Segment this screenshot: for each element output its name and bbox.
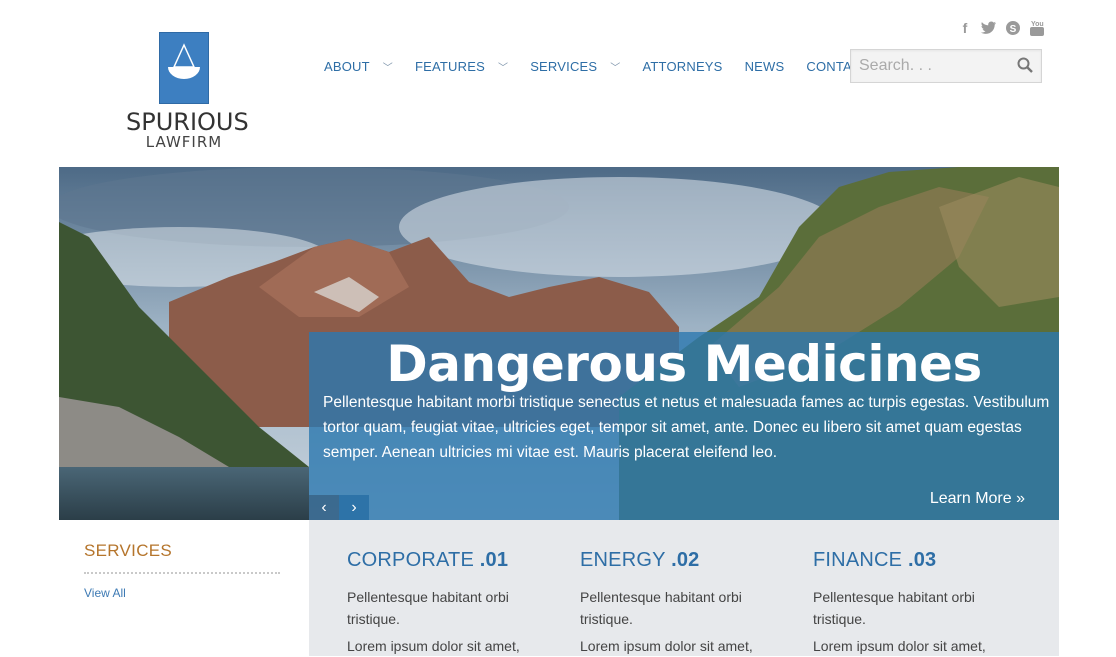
hero-slider: Dangerous Medicines Pellentesque habitan… (59, 167, 1059, 520)
svg-text:S: S (1010, 24, 1017, 35)
nav-about-label: ABOUT (324, 59, 370, 74)
nav-about[interactable]: ABOUT ﹀ (324, 59, 393, 74)
service-number: .02 (671, 549, 700, 571)
chevron-left-icon[interactable]: ‹ (309, 495, 339, 520)
slide-title: Dangerous Medicines (386, 335, 982, 393)
nav-services-label: SERVICES (530, 59, 598, 74)
service-heading[interactable]: FINANCE .03 (813, 549, 1013, 572)
nav-features-label: FEATURES (415, 59, 485, 74)
service-text: Pellentesque habitant orbi tristique. (347, 589, 509, 627)
service-heading[interactable]: ENERGY .02 (580, 549, 780, 572)
service-item: FINANCE .03 Pellentesque habitant orbi t… (813, 549, 1013, 657)
search-icon[interactable] (1017, 57, 1033, 78)
chevron-down-icon: ﹀ (610, 63, 621, 74)
service-text-2: Lorem ipsum dolor sit amet, (580, 638, 753, 654)
slide-caption: Dangerous Medicines Pellentesque habitan… (309, 332, 1059, 520)
service-text-2: Lorem ipsum dolor sit amet, (813, 638, 986, 654)
service-heading[interactable]: CORPORATE .01 (347, 549, 547, 572)
nav-news[interactable]: NEWS (745, 59, 785, 74)
logo[interactable]: SPURIOUS LAWFIRM (126, 32, 249, 151)
sidebar-title: SERVICES (84, 541, 280, 574)
twitter-icon[interactable] (980, 19, 998, 37)
chevron-down-icon: ﹀ (382, 63, 393, 74)
learn-more-link[interactable]: Learn More » (930, 490, 1025, 508)
search-input[interactable] (851, 50, 1009, 82)
skype-icon[interactable]: S (1004, 19, 1022, 37)
scales-icon (159, 32, 209, 104)
nav-features[interactable]: FEATURES ﹀ (415, 59, 508, 74)
services-sidebar: SERVICES View All (84, 541, 280, 600)
service-name: FINANCE (813, 549, 903, 571)
chevron-right-icon[interactable]: › (339, 495, 369, 520)
chevron-down-icon: ﹀ (497, 63, 509, 74)
slider-arrows: ‹ › (309, 495, 369, 520)
service-number: .01 (479, 549, 509, 571)
service-name: ENERGY (580, 549, 666, 571)
service-item: CORPORATE .01 Pellentesque habitant orbi… (347, 549, 547, 657)
service-text: Pellentesque habitant orbi tristique. (580, 589, 742, 627)
slide-text: Pellentesque habitant morbi tristique se… (323, 394, 1050, 461)
social-links: f S You (956, 19, 1046, 37)
view-all-link[interactable]: View All (84, 586, 280, 600)
nav-news-label: NEWS (744, 59, 785, 74)
service-text-2: Lorem ipsum dolor sit amet, (347, 638, 520, 654)
youtube-icon[interactable]: You (1028, 19, 1046, 37)
search-box (850, 49, 1042, 83)
facebook-icon[interactable]: f (956, 19, 974, 37)
service-number: .03 (907, 549, 937, 571)
logo-name: SPURIOUS (126, 108, 249, 136)
nav-services[interactable]: SERVICES ﹀ (530, 59, 620, 74)
service-name: CORPORATE (347, 549, 474, 571)
main-nav: ABOUT ﹀ FEATURES ﹀ SERVICES ﹀ ATTORNEYS … (324, 59, 892, 74)
services-panel: CORPORATE .01 Pellentesque habitant orbi… (309, 520, 1059, 656)
logo-sub: LAWFIRM (145, 133, 223, 151)
svg-text:You: You (1031, 21, 1044, 28)
service-text: Pellentesque habitant orbi tristique. (813, 589, 975, 627)
nav-attorneys[interactable]: ATTORNEYS (643, 59, 723, 74)
service-item: ENERGY .02 Pellentesque habitant orbi tr… (580, 549, 780, 657)
nav-attorneys-label: ATTORNEYS (642, 59, 723, 74)
